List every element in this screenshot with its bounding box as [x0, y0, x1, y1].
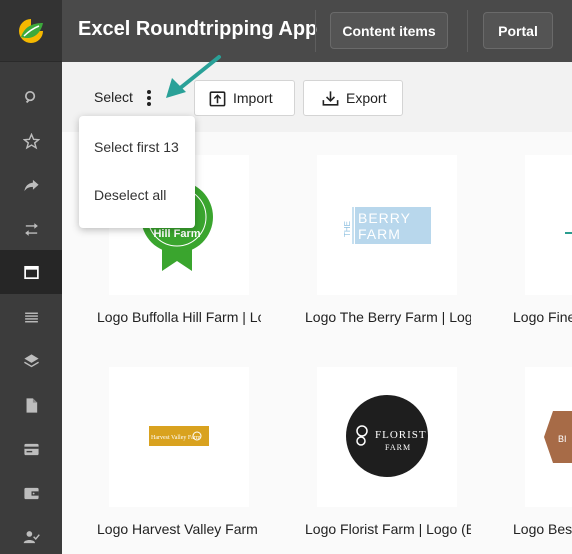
- export-button[interactable]: Export: [303, 80, 403, 116]
- nav-users[interactable]: [0, 515, 62, 554]
- menu-item-select-first[interactable]: Select first 13: [94, 139, 179, 155]
- search-icon: [24, 90, 35, 103]
- card-title[interactable]: Logo Best: [513, 521, 572, 537]
- sidebar: [0, 0, 62, 554]
- nav-content[interactable]: [0, 250, 62, 294]
- more-options-icon[interactable]: [144, 88, 154, 108]
- window-icon: [23, 265, 39, 279]
- logo-side-text: THE: [343, 221, 352, 237]
- nav-cards[interactable]: [0, 427, 62, 471]
- export-label: Export: [346, 90, 387, 106]
- card-thumbnail[interactable]: [525, 155, 572, 295]
- harvest-valley-farm-logo: Harvest Valley Farm: [149, 426, 209, 446]
- download-icon: [322, 90, 339, 106]
- list-icon: [24, 312, 38, 322]
- star-icon: [22, 132, 40, 149]
- content-items-button[interactable]: Content items: [330, 12, 448, 49]
- card-title[interactable]: Logo The Berry Farm | Log: [305, 309, 471, 325]
- card-thumbnail[interactable]: THE BERRY FARM: [317, 155, 457, 295]
- logo-text-bottom: FARM: [385, 443, 411, 452]
- menu-item-deselect-all[interactable]: Deselect all: [94, 187, 166, 203]
- select-dropdown-menu: Select first 13 Deselect all: [79, 116, 195, 228]
- divider: [467, 10, 468, 52]
- fine-logo: [565, 232, 572, 234]
- app-title: Excel Roundtripping App: [78, 18, 318, 40]
- card-thumbnail[interactable]: Harvest Valley Farm: [109, 367, 249, 507]
- card-icon: [23, 443, 39, 455]
- berry-farm-logo: THE BERRY FARM: [343, 207, 431, 244]
- pointer-arrow-icon: [166, 55, 221, 98]
- nav-share[interactable]: [0, 163, 62, 207]
- best-logo: BI: [544, 411, 572, 463]
- nav-layers[interactable]: [0, 339, 62, 383]
- logo-text-top: BERRY: [358, 210, 411, 226]
- portal-button[interactable]: Portal: [483, 12, 553, 49]
- nav-list[interactable]: [0, 295, 62, 339]
- logo-text-top: FLORIST: [375, 429, 427, 441]
- divider: [315, 10, 316, 52]
- swap-icon: [24, 222, 38, 236]
- leaf-logo-icon: [19, 18, 43, 43]
- card-title[interactable]: Logo Harvest Valley Farm: [97, 521, 261, 537]
- nav-search[interactable]: [0, 75, 62, 119]
- top-bar: Excel Roundtripping App Content items Po…: [62, 0, 572, 62]
- nav-documents[interactable]: [0, 383, 62, 427]
- nav-transfer[interactable]: [0, 207, 62, 251]
- logo-text-bottom: FARM: [358, 226, 401, 242]
- logo-text: BI: [558, 434, 567, 444]
- document-icon: [26, 397, 37, 413]
- user-check-icon: [23, 530, 40, 543]
- import-label: Import: [233, 90, 273, 106]
- layers-icon: [23, 353, 39, 367]
- wallet-icon: [23, 487, 39, 499]
- florist-farm-logo: FLORIST FARM: [346, 395, 428, 477]
- nav-favorites[interactable]: [0, 119, 62, 163]
- card-title[interactable]: Logo Fine: [513, 309, 572, 325]
- select-label[interactable]: Select: [94, 89, 133, 105]
- logo-text: Hill Farm: [153, 228, 200, 240]
- card-title[interactable]: Logo Florist Farm | Logo (E: [305, 521, 471, 537]
- share-icon: [23, 179, 39, 191]
- nav-wallet[interactable]: [0, 471, 62, 515]
- app-logo[interactable]: [0, 0, 62, 62]
- card-thumbnail[interactable]: FLORIST FARM: [317, 367, 457, 507]
- card-title[interactable]: Logo Buffolla Hill Farm | Lo: [97, 309, 261, 325]
- card-thumbnail[interactable]: BI: [525, 367, 572, 507]
